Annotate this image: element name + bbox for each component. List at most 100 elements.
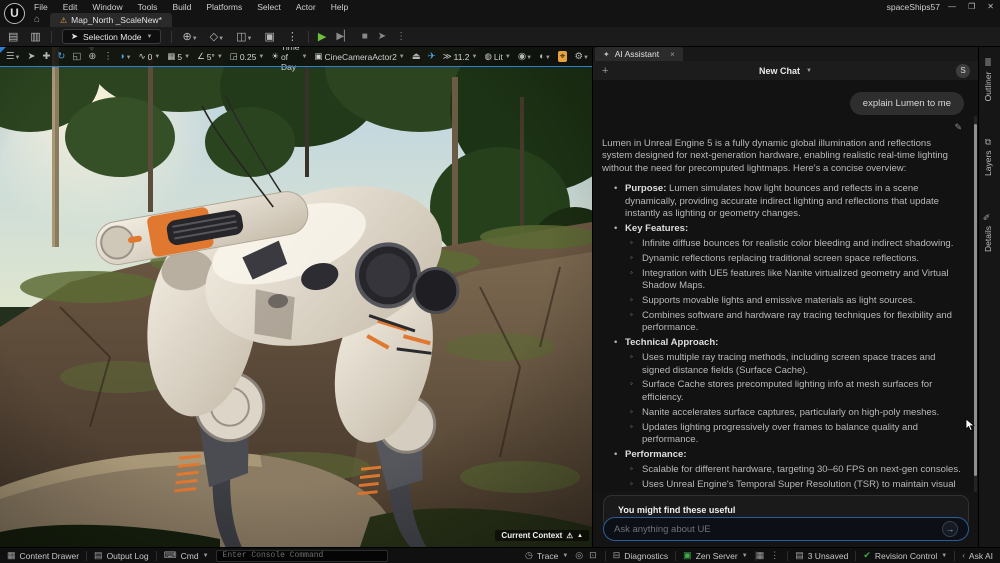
menu-platforms[interactable]: Platforms	[206, 2, 242, 12]
console-input[interactable]	[223, 551, 381, 560]
ask-input[interactable]	[614, 524, 942, 535]
chat-title-dropdown[interactable]: New Chat ▼	[759, 66, 812, 76]
rotate-tool-icon[interactable]: ↻	[57, 51, 65, 62]
ask-ai-button[interactable]: ‹ Ask AI	[962, 551, 993, 561]
camera-actor-dropdown[interactable]: ▣ CineCameraActor2▼	[314, 51, 404, 62]
sub-bullet-marker: ◦	[630, 479, 633, 489]
blueprints-icon[interactable]: ◇▼	[210, 30, 224, 43]
transform-overflow-icon[interactable]: ⋮	[103, 51, 113, 62]
move-tool-icon[interactable]: ✚	[42, 51, 50, 62]
cmd-icon: ⌨	[164, 550, 177, 561]
tab-layers[interactable]: Layers ⧉	[983, 139, 993, 176]
show-flags-icon[interactable]: ◉▼	[518, 51, 532, 62]
content-drawer-button[interactable]: ▦ Content Drawer	[7, 550, 79, 561]
screenshot-icon[interactable]: ⊡	[589, 550, 597, 561]
tab-details[interactable]: Details ✎	[983, 211, 993, 252]
statusbar-overflow-icon[interactable]: ⋮	[770, 550, 779, 561]
details-tab-label: Details	[983, 226, 993, 252]
menu-build[interactable]: Build	[172, 2, 191, 12]
assistant-sub-bullet: ◦Dynamic reflections replacing tradition…	[602, 253, 962, 265]
close-tab-icon[interactable]: ×	[670, 50, 675, 59]
surface-snap-icon[interactable]: ◗▼	[120, 51, 132, 62]
menu-edit[interactable]: Edit	[63, 2, 78, 12]
minimize-button[interactable]: —	[948, 2, 956, 11]
play-button[interactable]: ▶	[318, 30, 326, 43]
chevron-down-icon: ▼	[742, 553, 748, 559]
scale-tool-icon[interactable]: ◱	[72, 51, 81, 62]
level-tab-bar: ⌂ ⚠ Map_North _ScaleNew*	[0, 13, 1000, 27]
scale-snap-control[interactable]: ◲ 0.25▼	[230, 51, 265, 62]
right-dock-strip: Outliner ≣ Layers ⧉ Details ✎	[978, 47, 1000, 547]
save-icon[interactable]: ▤	[8, 30, 18, 43]
menu-tools[interactable]: Tools	[138, 2, 158, 12]
edit-message-icon[interactable]: ✎	[954, 122, 962, 133]
add-actor-icon[interactable]: ⊕▼	[182, 30, 197, 43]
user-avatar[interactable]: S	[956, 64, 970, 78]
play-options-icon[interactable]: ⋮	[396, 31, 406, 42]
menu-window[interactable]: Window	[92, 2, 122, 12]
unreal-logo-icon[interactable]: U	[4, 3, 25, 24]
assistant-sub-bullet: ◦Scalable for different hardware, target…	[602, 464, 962, 476]
diagnostics-icon: ⊟	[613, 550, 621, 561]
sub-bullet-marker: ◦	[630, 310, 633, 320]
view-mode-dropdown[interactable]: ◍ Lit▼	[484, 51, 510, 62]
rotation-snap-control[interactable]: ∠ 5°▼	[197, 51, 223, 62]
viewport-toolbar: ☰▼ ➤ ✚ ↻ ◱ ⊕ ⋮ ◗▼ ∿ 0▼ ▦ 5▼ ∠ 5°▼ ◲ 0.25…	[0, 47, 592, 66]
menu-select[interactable]: Select	[257, 2, 281, 12]
insights-icon[interactable]: ◎	[575, 550, 583, 561]
toolbar-overflow-icon[interactable]: ⋮	[287, 30, 298, 43]
send-button[interactable]: →	[942, 521, 958, 537]
select-tool-icon[interactable]: ➤	[27, 51, 35, 62]
eject-icon[interactable]: ⏏	[412, 51, 421, 62]
transform-gizmo-toggle-icon[interactable]: ⌖	[558, 51, 568, 62]
pilot-icon[interactable]: ✈	[428, 51, 436, 62]
menu-help[interactable]: Help	[331, 2, 348, 12]
unsaved-button[interactable]: ▤ 3 Unsaved	[795, 550, 848, 561]
time-of-day-dropdown[interactable]: ☀ Time of Day▼	[271, 47, 307, 72]
new-chat-plus-button[interactable]: +	[602, 65, 608, 77]
zen-server-dropdown[interactable]: ▣ Zen Server ▼	[683, 550, 748, 561]
derived-data-icon[interactable]: ▦	[756, 550, 765, 561]
output-log-button[interactable]: ▤ Output Log	[94, 550, 149, 561]
home-icon[interactable]: ⌂	[34, 14, 40, 25]
stop-button[interactable]: ■	[362, 31, 368, 42]
statusbar-divider	[954, 551, 955, 561]
tab-outliner[interactable]: Outliner ≣	[983, 59, 993, 101]
camera-speed-control[interactable]: ≫ 11.2▼	[443, 51, 478, 62]
trace-dropdown[interactable]: ◷ Trace ▼	[525, 550, 568, 561]
chevron-down-icon: ▼	[203, 553, 209, 559]
assistant-intro: Lumen in Unreal Engine 5 is a fully dyna…	[602, 138, 962, 175]
diagnostics-button[interactable]: ⊟ Diagnostics	[613, 550, 668, 561]
revision-control-dropdown[interactable]: ✔ Revision Control ▼	[863, 550, 947, 561]
cinematics-icon[interactable]: ◫▼	[236, 30, 252, 43]
browse-content-icon[interactable]: ▥	[30, 30, 40, 43]
launch-button[interactable]: ➤	[378, 31, 386, 42]
sub-bullet-text: Integration with UE5 features like Nanit…	[642, 268, 949, 291]
viewport-options-icon[interactable]: ☰▼	[6, 51, 20, 62]
statusbar-divider	[675, 551, 676, 561]
context-warning-icon: ⚠	[566, 531, 573, 540]
world-local-toggle-icon[interactable]: ⊕	[88, 51, 96, 62]
chat-scrollbar[interactable]	[974, 116, 977, 492]
sub-bullet-marker: ◦	[630, 352, 633, 362]
screen-percentage-icon[interactable]: ◐▼	[539, 51, 551, 62]
ai-assistant-tab-label: AI Assistant	[615, 49, 659, 59]
assistant-sections: •Purpose: Lumen simulates how light boun…	[602, 183, 962, 492]
menu-actor[interactable]: Actor	[296, 2, 316, 12]
ai-assistant-tab[interactable]: ✦ AI Assistant ×	[595, 47, 683, 61]
chat-scroll-area[interactable]: explain Lumen to me ✎ Lumen in Unreal En…	[593, 80, 978, 492]
cmd-dropdown[interactable]: ⌨ Cmd ▼	[164, 550, 209, 561]
level-viewport[interactable]: ☰▼ ➤ ✚ ↻ ◱ ⊕ ⋮ ◗▼ ∿ 0▼ ▦ 5▼ ∠ 5°▼ ◲ 0.25…	[0, 47, 592, 547]
platforms-icon[interactable]: ▣	[264, 30, 274, 43]
close-button[interactable]: ✕	[987, 2, 994, 11]
restore-button[interactable]: ❐	[968, 2, 975, 11]
selection-mode-dropdown[interactable]: ➤ Selection Mode ▼	[62, 29, 162, 44]
level-tab[interactable]: ⚠ Map_North _ScaleNew*	[50, 13, 172, 27]
chat-title-label: New Chat	[759, 66, 800, 76]
menu-file[interactable]: File	[34, 2, 48, 12]
viewport-settings-gear-icon[interactable]: ⚙▼	[574, 51, 588, 62]
frame-skip-button[interactable]: ▶▏	[336, 31, 351, 42]
grid-snap-control[interactable]: ▦ 5▼	[167, 51, 190, 62]
current-context-chip[interactable]: Current Context ⚠ ▲	[495, 530, 589, 541]
layer-snap-control[interactable]: ∿ 0▼	[139, 51, 161, 62]
